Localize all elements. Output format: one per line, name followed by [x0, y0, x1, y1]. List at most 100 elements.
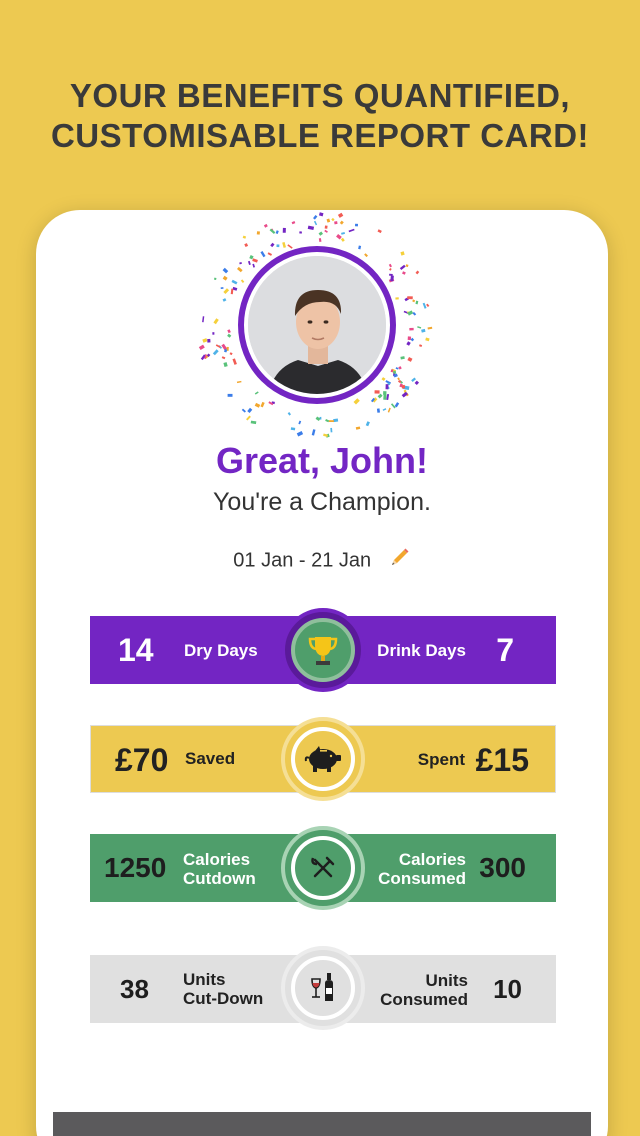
confetti-piece	[227, 393, 233, 397]
units-consumed-value: 10	[493, 974, 522, 1004]
calories-consumed-label: Calories Consumed	[378, 850, 466, 888]
confetti-piece	[407, 336, 412, 341]
calories-badge[interactable]	[281, 826, 365, 910]
headline-line-1: YOUR BENEFITS QUANTIFIED,	[69, 77, 571, 114]
confetti-piece	[381, 377, 386, 382]
confetti-piece	[254, 391, 259, 395]
confetti-piece	[267, 252, 273, 256]
units-consumed-label-1: Units	[425, 971, 469, 990]
greeting-title: Great, John!	[215, 440, 429, 481]
calories-cutdown-label-2: Cutdown	[183, 869, 256, 888]
confetti-piece	[222, 267, 229, 274]
confetti-piece	[358, 245, 362, 250]
confetti-piece	[337, 212, 344, 218]
confetti-piece	[252, 258, 258, 263]
confetti-piece	[198, 344, 205, 351]
confetti-piece	[330, 427, 333, 433]
confetti-piece	[412, 299, 416, 303]
confetti-piece	[222, 275, 228, 281]
confetti-piece	[388, 263, 392, 268]
confetti-piece	[223, 288, 230, 295]
confetti-piece	[212, 332, 215, 335]
confetti-piece	[399, 264, 406, 270]
confetti-piece	[227, 333, 232, 338]
confetti-piece	[282, 227, 286, 233]
confetti-piece	[229, 352, 233, 356]
drink-days-value: 7	[496, 632, 514, 668]
date-range-text: 01 Jan - 21 Jan	[233, 549, 372, 572]
spent-label: Spent	[417, 750, 465, 769]
units-cutdown-label-2: Cut-Down	[183, 989, 264, 1008]
bottom-action-bar[interactable]	[53, 1112, 591, 1136]
confetti-piece	[239, 262, 242, 265]
confetti-piece	[415, 270, 420, 275]
confetti-piece	[227, 329, 231, 334]
confetti-piece	[313, 220, 318, 226]
confetti-piece	[409, 327, 414, 331]
confetti-piece	[414, 380, 420, 386]
confetti-piece	[341, 231, 345, 235]
confetti-piece	[313, 214, 318, 220]
money-badge[interactable]	[281, 717, 365, 801]
confetti-piece	[241, 408, 246, 413]
confetti-piece	[287, 244, 293, 249]
avatar[interactable]	[248, 256, 386, 394]
confetti-piece	[290, 427, 296, 431]
confetti-piece	[202, 316, 205, 323]
edit-pencil-icon[interactable]	[387, 546, 411, 576]
confetti-piece	[220, 287, 224, 289]
confetti-piece	[323, 433, 329, 437]
confetti-piece	[250, 420, 257, 425]
units-badge[interactable]	[281, 946, 365, 1030]
confetti-piece	[407, 296, 413, 300]
confetti-piece	[377, 229, 382, 234]
units-cutdown-value: 38	[120, 974, 149, 1004]
confetti-piece	[340, 237, 345, 242]
confetti-piece	[325, 419, 330, 423]
confetti-piece	[242, 235, 247, 239]
avatar-ring	[238, 246, 396, 404]
confetti-piece	[230, 288, 234, 295]
confetti-piece	[231, 279, 238, 285]
confetti-piece	[417, 326, 422, 329]
confetti-piece	[260, 251, 266, 258]
confetti-piece	[324, 225, 328, 229]
confetti-piece	[212, 349, 219, 356]
confetti-piece	[385, 384, 389, 390]
confetti-piece	[213, 277, 217, 281]
confetti-piece	[374, 390, 380, 394]
confetti-piece	[240, 279, 245, 283]
confetti-piece	[311, 429, 316, 436]
greeting-subtitle: You're a Champion.	[213, 488, 431, 516]
calories-cutdown-label-1: Calories	[183, 850, 251, 869]
units-cutdown-label: Units Cut-Down	[183, 970, 263, 1008]
confetti-piece	[407, 357, 413, 362]
confetti-piece	[400, 356, 405, 360]
confetti-piece	[393, 370, 397, 374]
confetti-piece	[296, 431, 304, 437]
confetti-piece	[236, 380, 242, 384]
trophy-icon	[291, 618, 355, 682]
confetti-piece	[215, 344, 221, 349]
units-consumed-label: Units Consumed	[380, 971, 468, 1009]
piggy-bank-icon	[291, 727, 355, 791]
confetti-piece	[395, 367, 399, 370]
confetti-piece	[406, 341, 411, 346]
confetti-piece	[252, 263, 255, 268]
confetti-piece	[299, 231, 302, 234]
confetti-piece	[287, 412, 291, 416]
confetti-piece	[260, 401, 265, 408]
confetti-piece	[407, 310, 414, 316]
confetti-piece	[213, 318, 219, 325]
days-badge[interactable]	[281, 608, 365, 692]
confetti-piece	[382, 408, 387, 411]
confetti-piece	[247, 260, 251, 266]
confetti-piece	[254, 402, 261, 408]
calories-consumed-value: 300	[479, 852, 526, 883]
confetti-piece	[355, 426, 361, 430]
confetti-piece	[410, 337, 415, 342]
wine-bottle-glass-icon	[291, 956, 355, 1020]
confetti-piece	[223, 362, 228, 368]
confetti-piece	[364, 253, 368, 258]
calories-cutdown-value: 1250	[104, 852, 167, 883]
